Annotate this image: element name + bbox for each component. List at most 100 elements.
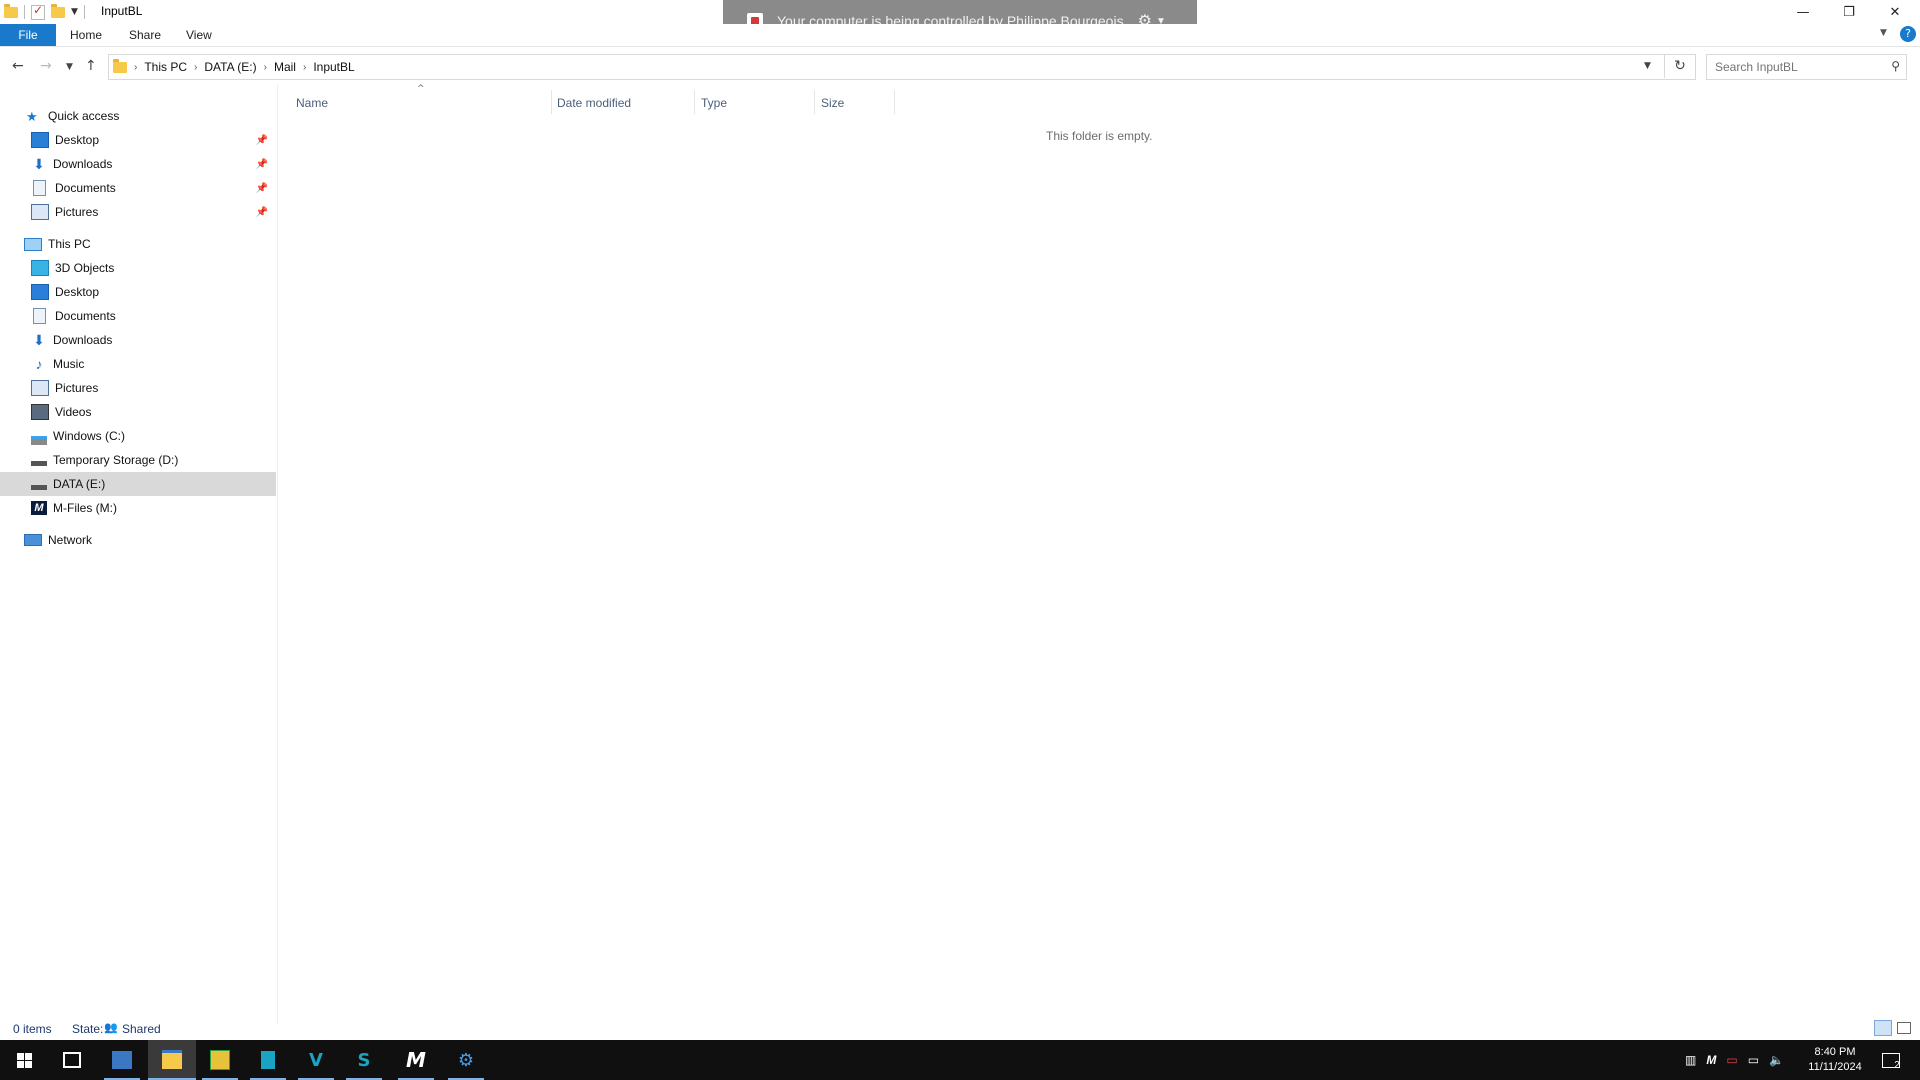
ribbon-tabs: File Home Share View ▼ ? (0, 24, 1920, 47)
column-header-date-modified[interactable]: Date modified (557, 92, 631, 114)
empty-folder-message: This folder is empty. (1046, 129, 1153, 143)
sidebar-item-temporary-storage-d[interactable]: Temporary Storage (D:) (0, 448, 276, 472)
help-icon[interactable]: ? (1900, 26, 1916, 42)
taskbar-app-m-files[interactable]: M (392, 1040, 440, 1080)
sidebar-item-this-pc[interactable]: This PC (0, 232, 276, 256)
m-files-tray-icon[interactable]: M (1706, 1053, 1716, 1067)
sidebar-item-quick-access[interactable]: ★ Quick access (0, 104, 276, 128)
chevron-right-icon[interactable]: › (134, 62, 137, 73)
search-input[interactable] (1713, 55, 1877, 79)
pin-icon[interactable]: 📌 (256, 183, 268, 194)
close-button[interactable]: ✕ (1872, 0, 1918, 24)
column-divider[interactable] (551, 90, 552, 114)
clock[interactable]: 8:40 PM 11/11/2024 (1803, 1040, 1867, 1080)
properties-icon[interactable] (31, 3, 45, 20)
pane-splitter[interactable] (277, 84, 278, 1024)
tab-share[interactable]: Share (129, 24, 161, 46)
taskbar-app-server-manager[interactable] (98, 1040, 146, 1080)
cube-icon (31, 260, 49, 276)
breadcrumb-this-pc[interactable]: This PC (144, 60, 187, 74)
column-header-name[interactable]: Name (296, 92, 328, 114)
column-header-type[interactable]: Type (701, 92, 727, 114)
sidebar-item-qa-pictures[interactable]: Pictures 📌 (0, 200, 276, 224)
breadcrumb: › This PC › DATA (E:) › Mail › InputBL (109, 55, 355, 79)
sidebar-item-label: Pictures (55, 205, 99, 219)
tray-app-icon[interactable]: ▥ (1685, 1053, 1696, 1067)
tab-file[interactable]: File (0, 24, 56, 46)
computer-icon (24, 237, 42, 251)
details-view-icon[interactable] (1874, 1020, 1892, 1036)
start-button[interactable] (0, 1040, 48, 1080)
search-box[interactable]: ⚲ (1706, 54, 1907, 80)
pin-icon[interactable]: 📌 (256, 135, 268, 146)
new-folder-icon[interactable] (51, 3, 65, 18)
sidebar-item-qa-documents[interactable]: Documents 📌 (0, 176, 276, 200)
back-arrow-icon[interactable]: ← (12, 58, 24, 74)
sidebar-item-qa-downloads[interactable]: ⬇ Downloads 📌 (0, 152, 276, 176)
snipping-tool-icon (210, 1050, 230, 1070)
admin-gear-icon: ⚙ (457, 1049, 475, 1071)
chevron-right-icon[interactable]: › (194, 62, 197, 73)
breadcrumb-mail[interactable]: Mail (274, 60, 296, 74)
customize-toolbar-icon[interactable]: ▼ (71, 7, 78, 17)
restore-button[interactable]: ❐ (1826, 0, 1872, 24)
sidebar-item-documents[interactable]: Documents (0, 304, 276, 328)
large-icons-view-icon[interactable] (1897, 1022, 1911, 1034)
column-header-size[interactable]: Size (821, 92, 844, 114)
recent-locations-icon[interactable]: ▼ (66, 62, 73, 72)
taskbar-app-file-explorer[interactable] (148, 1040, 196, 1080)
tab-home[interactable]: Home (70, 24, 102, 46)
expand-ribbon-icon[interactable]: ▼ (1880, 28, 1887, 38)
forward-arrow-icon[interactable]: → (40, 58, 52, 74)
drive-icon (31, 460, 47, 466)
breadcrumb-data-e[interactable]: DATA (E:) (204, 60, 256, 74)
sidebar-item-m-files[interactable]: M M-Files (M:) (0, 496, 276, 520)
tab-view[interactable]: View (186, 24, 212, 46)
address-history-icon[interactable]: ▼ (1644, 61, 1651, 71)
document-icon (33, 308, 46, 324)
sidebar-item-label: 3D Objects (55, 261, 115, 275)
pin-icon[interactable]: 📌 (256, 159, 268, 170)
sidebar-item-3d-objects[interactable]: 3D Objects (0, 256, 276, 280)
sidebar-item-music[interactable]: ♪ Music (0, 352, 276, 376)
taskbar-app-admin[interactable]: ⚙ (442, 1040, 490, 1080)
column-divider[interactable] (894, 90, 895, 114)
refresh-button[interactable]: ↻ (1664, 54, 1695, 78)
sidebar-item-windows-c[interactable]: Windows (C:) (0, 424, 276, 448)
minimize-button[interactable]: — (1780, 0, 1826, 24)
address-bar[interactable]: › This PC › DATA (E:) › Mail › InputBL ▼ (108, 54, 1696, 80)
action-center-button[interactable]: 2 (1876, 1040, 1906, 1080)
sidebar-item-desktop[interactable]: Desktop (0, 280, 276, 304)
chevron-right-icon[interactable]: › (303, 62, 306, 73)
sidebar-item-label: Downloads (53, 157, 113, 171)
sidebar-item-label: Videos (55, 405, 92, 419)
network-tray-icon[interactable]: ▭ (1748, 1053, 1759, 1067)
search-icon[interactable]: ⚲ (1891, 59, 1900, 73)
pin-icon[interactable]: 📌 (256, 207, 268, 218)
volume-muted-icon[interactable]: 🔈 (1769, 1053, 1784, 1067)
quick-access-toolbar: ▼ (4, 3, 85, 21)
tray-status-icon[interactable]: ▭ (1726, 1053, 1737, 1067)
breadcrumb-inputbl[interactable]: InputBL (313, 60, 354, 74)
sidebar-item-network[interactable]: Network (0, 528, 276, 552)
taskbar-app-s[interactable]: S (340, 1040, 388, 1080)
sidebar-item-label: Documents (55, 309, 116, 323)
sidebar-item-qa-desktop[interactable]: Desktop 📌 (0, 128, 276, 152)
sidebar-item-data-e[interactable]: DATA (E:) (0, 472, 276, 496)
taskbar-app-vendor[interactable]: V (292, 1040, 340, 1080)
up-arrow-icon[interactable]: ↑ (85, 58, 97, 74)
sidebar-item-downloads[interactable]: ⬇ Downloads (0, 328, 276, 352)
taskbar-app-editor[interactable] (244, 1040, 292, 1080)
column-divider[interactable] (814, 90, 815, 114)
chevron-right-icon[interactable]: › (264, 62, 267, 73)
sidebar-item-label: Network (48, 533, 93, 547)
sidebar-item-label: Windows (C:) (53, 429, 126, 443)
taskbar-app-snipping[interactable] (196, 1040, 244, 1080)
clock-time: 8:40 PM (1814, 1046, 1856, 1058)
system-tray: ▥ M ▭ ▭ 🔈 (1685, 1040, 1784, 1080)
sidebar-item-videos[interactable]: Videos (0, 400, 276, 424)
task-view-button[interactable] (48, 1040, 96, 1080)
column-divider[interactable] (694, 90, 695, 114)
window-title: InputBL (101, 4, 143, 18)
sidebar-item-pictures[interactable]: Pictures (0, 376, 276, 400)
